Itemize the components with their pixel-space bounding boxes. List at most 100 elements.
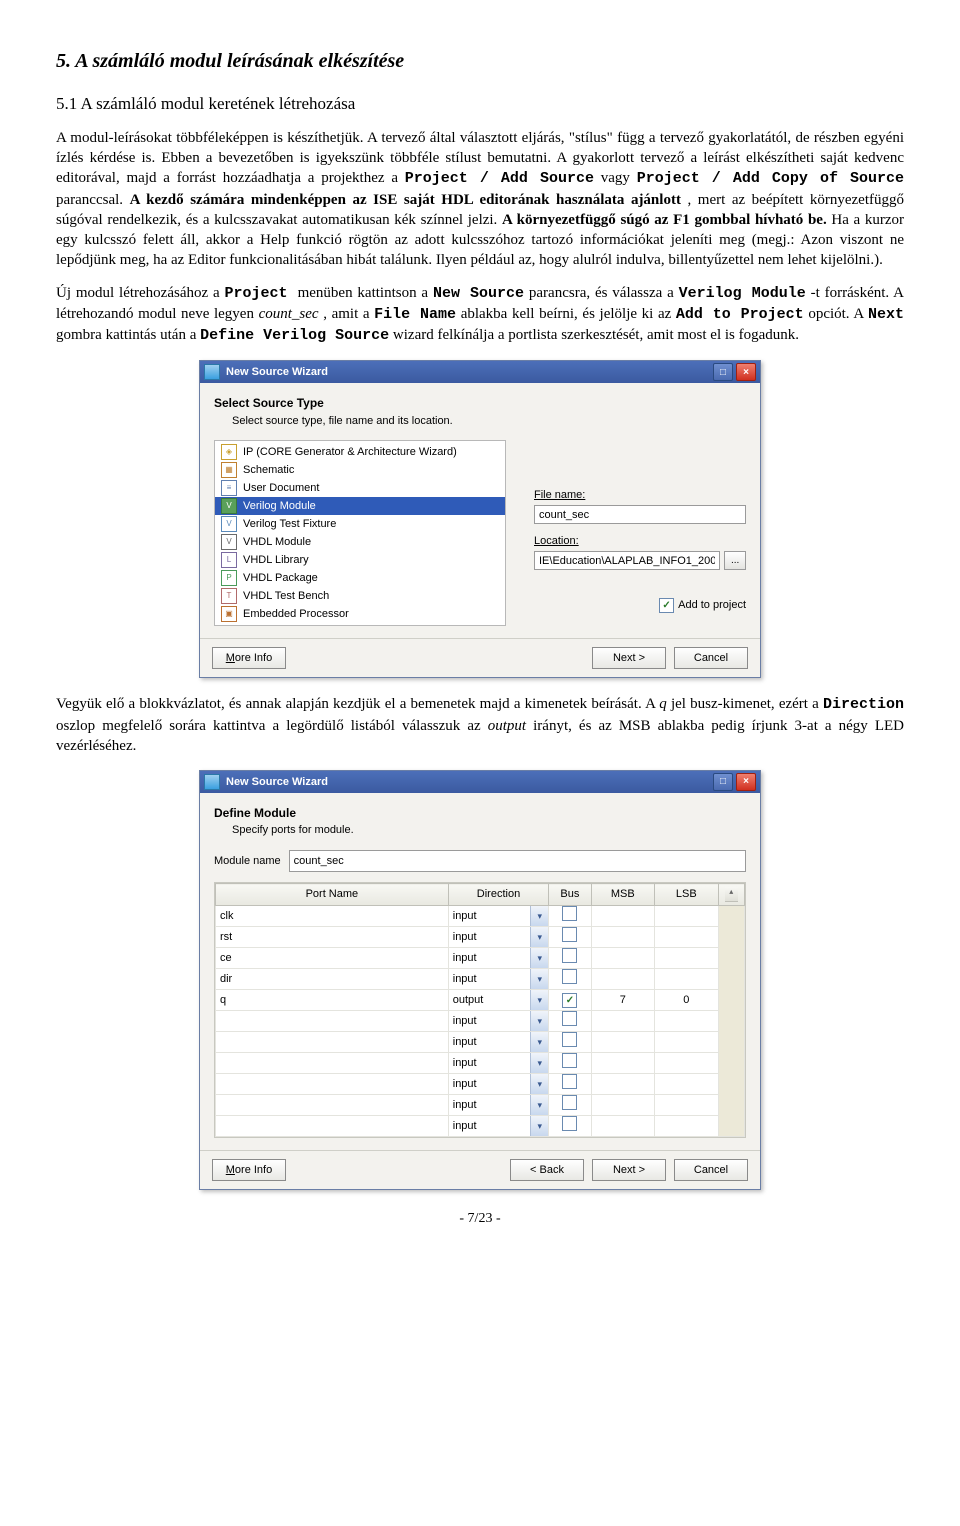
msb-cell[interactable] xyxy=(591,1053,654,1074)
next-button[interactable]: Next > xyxy=(592,647,666,669)
more-info-button[interactable]: More Info xyxy=(212,647,286,669)
cancel-button[interactable]: Cancel xyxy=(674,647,748,669)
module-name-input[interactable] xyxy=(289,850,746,872)
src-item-user-doc[interactable]: ≡User Document xyxy=(215,479,505,497)
lsb-cell[interactable] xyxy=(655,1074,718,1095)
bus-checkbox[interactable] xyxy=(562,927,577,942)
msb-cell[interactable] xyxy=(591,1116,654,1137)
close-button[interactable]: × xyxy=(736,773,756,791)
lsb-cell[interactable] xyxy=(655,969,718,990)
bus-checkbox[interactable] xyxy=(562,1074,577,1089)
direction-select[interactable]: input xyxy=(449,1116,531,1136)
port-name-input[interactable] xyxy=(216,992,456,1008)
msb-cell[interactable] xyxy=(591,906,654,927)
bus-checkbox[interactable] xyxy=(562,1011,577,1026)
chevron-down-icon[interactable]: ▾ xyxy=(530,906,548,926)
col-direction[interactable]: Direction xyxy=(448,884,549,906)
location-input[interactable] xyxy=(534,551,720,570)
port-name-input[interactable] xyxy=(216,1118,456,1134)
port-name-input[interactable] xyxy=(216,908,456,924)
lsb-cell[interactable] xyxy=(655,1095,718,1116)
direction-select[interactable]: input xyxy=(449,948,531,968)
titlebar[interactable]: New Source Wizard □ × xyxy=(200,771,760,793)
more-info-button[interactable]: More Info xyxy=(212,1159,286,1181)
chevron-down-icon[interactable]: ▾ xyxy=(530,927,548,947)
lsb-cell[interactable] xyxy=(655,1053,718,1074)
src-item-vhdl-package[interactable]: PVHDL Package xyxy=(215,569,505,587)
cancel-button[interactable]: Cancel xyxy=(674,1159,748,1181)
direction-select[interactable]: input xyxy=(449,1053,531,1073)
msb-cell[interactable] xyxy=(591,1011,654,1032)
chevron-down-icon[interactable]: ▾ xyxy=(530,948,548,968)
port-name-input[interactable] xyxy=(216,1013,456,1029)
file-name-input[interactable] xyxy=(534,505,746,524)
lsb-cell[interactable] xyxy=(655,1116,718,1137)
port-name-input[interactable] xyxy=(216,1034,456,1050)
source-type-list[interactable]: ◈IP (CORE Generator & Architecture Wizar… xyxy=(214,440,506,626)
chevron-down-icon[interactable]: ▾ xyxy=(530,990,548,1010)
direction-select[interactable]: input xyxy=(449,906,531,926)
src-item-ip[interactable]: ◈IP (CORE Generator & Architecture Wizar… xyxy=(215,443,505,461)
close-button[interactable]: × xyxy=(736,363,756,381)
direction-select[interactable]: input xyxy=(449,927,531,947)
port-name-input[interactable] xyxy=(216,929,456,945)
port-name-input[interactable] xyxy=(216,950,456,966)
chevron-down-icon[interactable]: ▾ xyxy=(530,1053,548,1073)
bus-checkbox[interactable] xyxy=(562,1095,577,1110)
msb-cell[interactable] xyxy=(591,948,654,969)
titlebar[interactable]: New Source Wizard □ × xyxy=(200,361,760,383)
src-item-vhdl-tb[interactable]: TVHDL Test Bench xyxy=(215,587,505,605)
msb-cell[interactable] xyxy=(591,969,654,990)
lsb-cell[interactable] xyxy=(655,948,718,969)
bus-checkbox[interactable] xyxy=(562,1116,577,1131)
msb-cell[interactable] xyxy=(591,1074,654,1095)
src-item-verilog-tf[interactable]: VVerilog Test Fixture xyxy=(215,515,505,533)
bus-checkbox[interactable] xyxy=(562,1053,577,1068)
src-item-vhdl-module[interactable]: VVHDL Module xyxy=(215,533,505,551)
chevron-down-icon[interactable]: ▾ xyxy=(530,1032,548,1052)
direction-select[interactable]: input xyxy=(449,1032,531,1052)
lsb-cell[interactable] xyxy=(655,1032,718,1053)
msb-cell[interactable] xyxy=(591,927,654,948)
col-port[interactable]: Port Name xyxy=(216,884,449,906)
port-name-input[interactable] xyxy=(216,1076,456,1092)
bus-checkbox[interactable] xyxy=(562,948,577,963)
msb-cell[interactable] xyxy=(591,1095,654,1116)
src-item-embedded[interactable]: ▣Embedded Processor xyxy=(215,605,505,623)
lsb-cell[interactable] xyxy=(655,927,718,948)
lsb-cell[interactable] xyxy=(655,906,718,927)
direction-select[interactable]: input xyxy=(449,1011,531,1031)
next-button[interactable]: Next > xyxy=(592,1159,666,1181)
chevron-down-icon[interactable]: ▾ xyxy=(530,1011,548,1031)
src-item-verilog-module[interactable]: VVerilog Module xyxy=(215,497,505,515)
chevron-down-icon[interactable]: ▾ xyxy=(530,1074,548,1094)
msb-cell[interactable]: 7 xyxy=(591,990,654,1011)
col-lsb[interactable]: LSB xyxy=(655,884,718,906)
port-name-input[interactable] xyxy=(216,971,456,987)
maximize-button[interactable]: □ xyxy=(713,773,733,791)
maximize-button[interactable]: □ xyxy=(713,363,733,381)
col-msb[interactable]: MSB xyxy=(591,884,654,906)
scrollbar-track[interactable] xyxy=(718,906,745,1137)
msb-cell[interactable] xyxy=(591,1032,654,1053)
direction-select[interactable]: output xyxy=(449,990,531,1010)
scroll-up-icon[interactable]: ▴ xyxy=(725,887,739,902)
bus-checkbox[interactable]: ✓ xyxy=(562,993,577,1008)
direction-select[interactable]: input xyxy=(449,1095,531,1115)
src-item-vhdl-library[interactable]: LVHDL Library xyxy=(215,551,505,569)
direction-select[interactable]: input xyxy=(449,969,531,989)
lsb-cell[interactable]: 0 xyxy=(655,990,718,1011)
port-name-input[interactable] xyxy=(216,1097,456,1113)
bus-checkbox[interactable] xyxy=(562,906,577,921)
col-bus[interactable]: Bus xyxy=(549,884,591,906)
bus-checkbox[interactable] xyxy=(562,969,577,984)
lsb-cell[interactable] xyxy=(655,1011,718,1032)
direction-select[interactable]: input xyxy=(449,1074,531,1094)
chevron-down-icon[interactable]: ▾ xyxy=(530,969,548,989)
chevron-down-icon[interactable]: ▾ xyxy=(530,1116,548,1136)
browse-button[interactable]: ... xyxy=(724,551,746,570)
chevron-down-icon[interactable]: ▾ xyxy=(530,1095,548,1115)
add-to-project-checkbox[interactable]: ✓ xyxy=(659,598,674,613)
port-name-input[interactable] xyxy=(216,1055,456,1071)
bus-checkbox[interactable] xyxy=(562,1032,577,1047)
